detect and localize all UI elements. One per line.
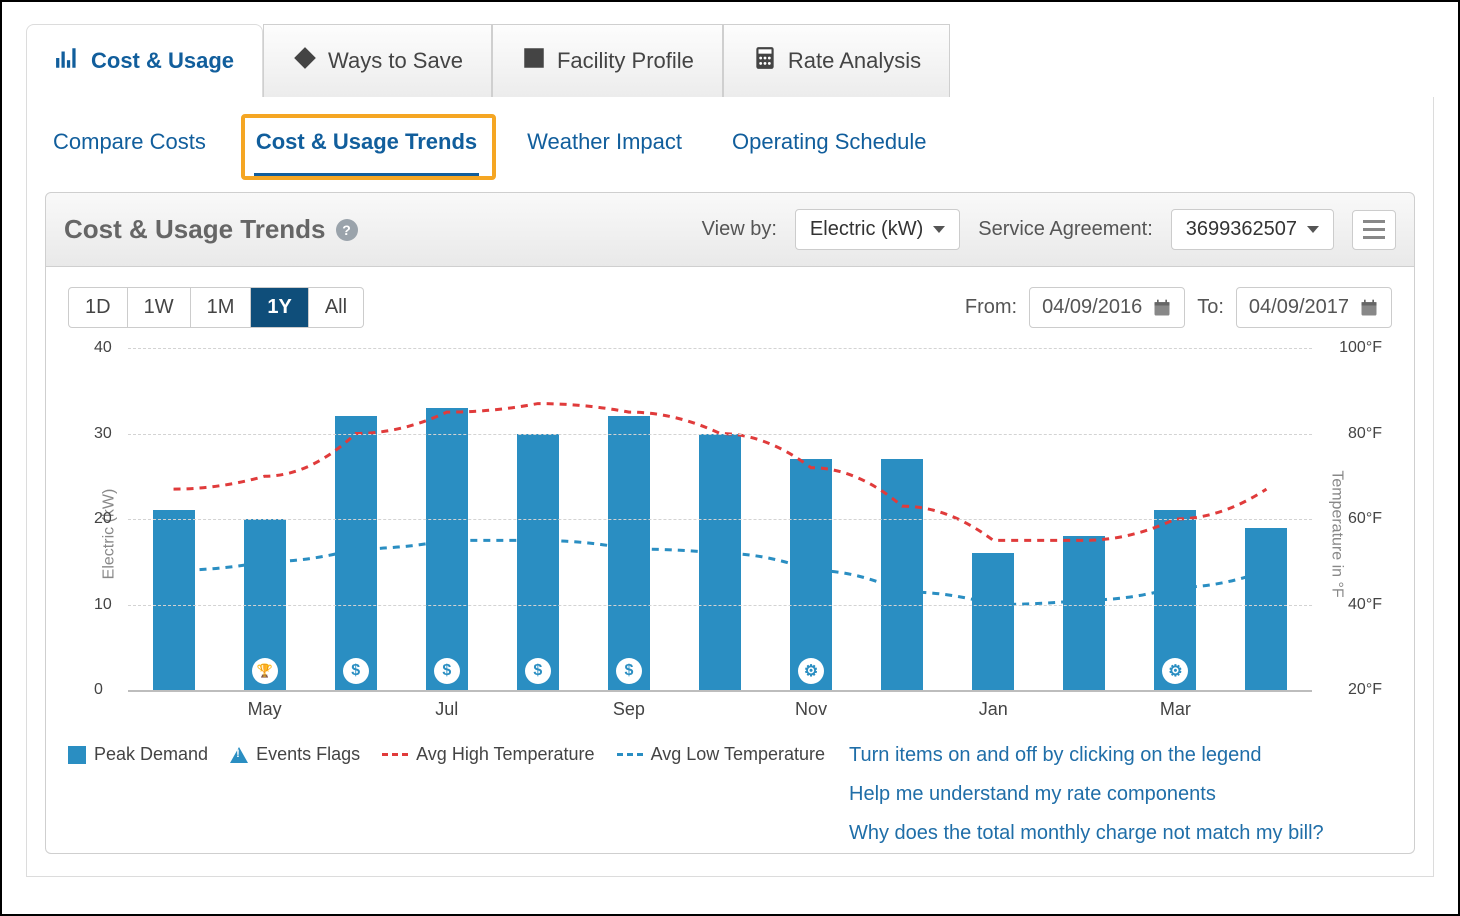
- service-agreement-label: Service Agreement:: [978, 218, 1153, 241]
- chart-menu-button[interactable]: [1352, 210, 1396, 250]
- tab-cost-usage[interactable]: Cost & Usage: [26, 24, 263, 97]
- subtab-compare-costs[interactable]: Compare Costs: [51, 125, 208, 178]
- x-tick: Mar: [1160, 699, 1191, 720]
- x-tick: Nov: [795, 699, 827, 720]
- tab-ways-to-save[interactable]: Ways to Save: [263, 24, 492, 97]
- x-tick: Jan: [979, 699, 1008, 720]
- calculator-icon: [752, 45, 778, 77]
- view-by-label: View by:: [702, 218, 777, 241]
- range-all[interactable]: All: [309, 287, 364, 328]
- y-tick: 10: [94, 596, 112, 614]
- y-tick: 40: [94, 339, 112, 357]
- from-label: From:: [965, 296, 1017, 319]
- time-range-group: 1D 1W 1M 1Y All: [68, 287, 364, 328]
- range-1w[interactable]: 1W: [128, 287, 191, 328]
- legend-avg-high[interactable]: Avg High Temperature: [382, 744, 594, 765]
- help-icon[interactable]: ?: [336, 219, 358, 241]
- to-date-input[interactable]: 04/09/2017: [1236, 287, 1392, 328]
- to-label: To:: [1197, 296, 1224, 319]
- tab-label: Facility Profile: [557, 48, 694, 74]
- range-1y[interactable]: 1Y: [251, 287, 308, 328]
- calendar-icon: [1359, 298, 1379, 318]
- y2-tick: 40°F: [1348, 596, 1382, 614]
- card-header: Cost & Usage Trends ? View by: Electric …: [45, 192, 1415, 267]
- y-tick: 20: [94, 510, 112, 528]
- price-tag-icon: [292, 45, 318, 77]
- building-icon: [521, 45, 547, 77]
- y2-tick: 100°F: [1339, 339, 1382, 357]
- subtab-operating-schedule[interactable]: Operating Schedule: [730, 125, 928, 178]
- view-by-value: Electric (kW): [810, 218, 923, 241]
- y2-tick: 20°F: [1348, 681, 1382, 699]
- subtab-weather-impact[interactable]: Weather Impact: [525, 125, 684, 178]
- tab-label: Ways to Save: [328, 48, 463, 74]
- warning-icon: [230, 747, 248, 763]
- link-toggle-legend[interactable]: Turn items on and off by clicking on the…: [849, 744, 1324, 767]
- chevron-down-icon: [933, 226, 945, 233]
- view-by-select[interactable]: Electric (kW): [795, 209, 960, 250]
- x-tick: Sep: [613, 699, 645, 720]
- legend-avg-low[interactable]: Avg Low Temperature: [617, 744, 825, 765]
- service-agreement-value: 3699362507: [1186, 218, 1297, 241]
- sub-tabs: Compare Costs Cost & Usage Trends Weathe…: [27, 97, 1433, 192]
- service-agreement-select[interactable]: 3699362507: [1171, 209, 1334, 250]
- from-date-input[interactable]: 04/09/2016: [1029, 287, 1185, 328]
- x-tick: Jul: [435, 699, 458, 720]
- panel-body: Compare Costs Cost & Usage Trends Weathe…: [26, 97, 1434, 877]
- tab-facility-profile[interactable]: Facility Profile: [492, 24, 723, 97]
- chart-legend: Peak Demand Events Flags Avg High Temper…: [68, 744, 825, 765]
- y2-axis-label: Temperature in °F: [1327, 470, 1345, 597]
- calendar-icon: [1152, 298, 1172, 318]
- link-rate-components[interactable]: Help me understand my rate components: [849, 783, 1324, 806]
- help-links: Turn items on and off by clicking on the…: [849, 744, 1324, 845]
- range-1d[interactable]: 1D: [68, 287, 128, 328]
- main-tabs: Cost & Usage Ways to Save Facility Profi…: [26, 24, 1434, 97]
- legend-events-flags[interactable]: Events Flags: [230, 744, 360, 765]
- tab-label: Rate Analysis: [788, 48, 921, 74]
- y2-tick: 80°F: [1348, 425, 1382, 443]
- line-avg-low-temperature: [174, 540, 1267, 604]
- y2-tick: 60°F: [1348, 510, 1382, 528]
- card-title: Cost & Usage Trends: [64, 214, 326, 245]
- subtab-cost-usage-trends[interactable]: Cost & Usage Trends: [254, 125, 479, 178]
- y-axis-label: Electric (kW): [100, 489, 118, 580]
- chart: Electric (kW) Temperature in °F 🏆$$$$⚙⚙ …: [68, 334, 1392, 734]
- legend-peak-demand[interactable]: Peak Demand: [68, 744, 208, 765]
- x-tick: May: [248, 699, 282, 720]
- tab-label: Cost & Usage: [91, 48, 234, 74]
- y-tick: 0: [94, 681, 103, 699]
- tab-rate-analysis[interactable]: Rate Analysis: [723, 24, 950, 97]
- y-tick: 30: [94, 425, 112, 443]
- range-1m[interactable]: 1M: [191, 287, 252, 328]
- chevron-down-icon: [1307, 226, 1319, 233]
- link-monthly-charge[interactable]: Why does the total monthly charge not ma…: [849, 822, 1324, 845]
- bar-chart-icon: [55, 45, 81, 77]
